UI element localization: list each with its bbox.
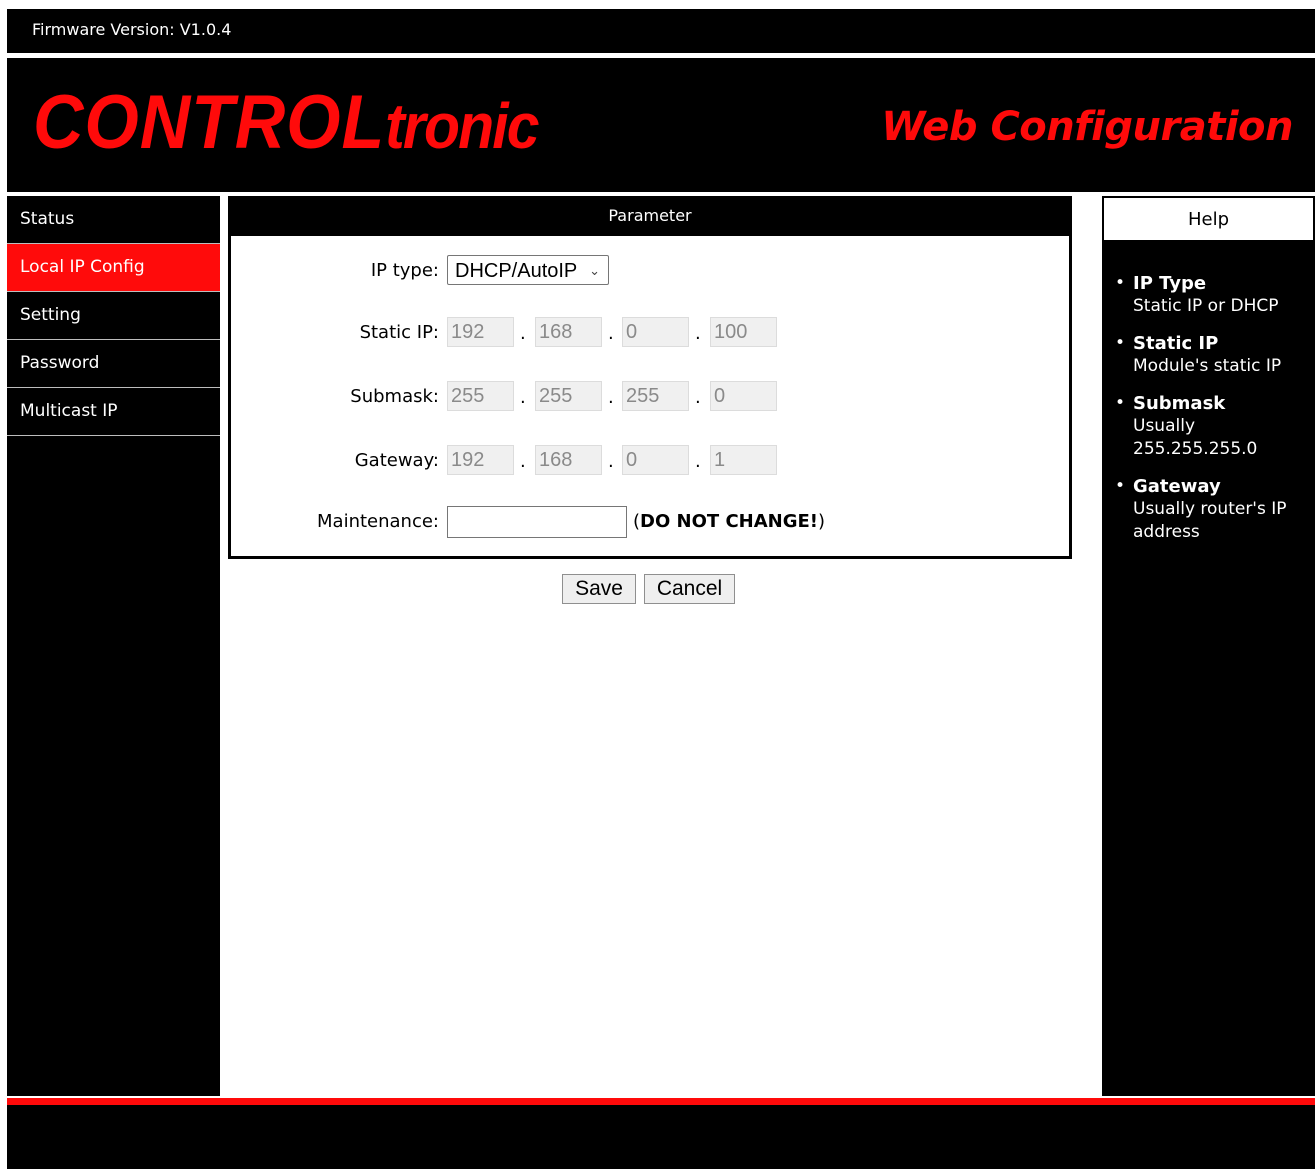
sidebar-item-status[interactable]: Status [7,196,220,244]
static-ip-octet-2[interactable]: 168 [535,317,602,347]
submask-label: Submask: [350,386,439,407]
gateway-octet-1[interactable]: 192 [447,445,514,475]
sidebar-item-local-ip-config[interactable]: Local IP Config [7,244,220,292]
footer-accent-line [7,1098,1315,1105]
submask-row: Submask: 255 . 255 . 255 . 0 [231,380,1069,414]
submask-octet-2[interactable]: 255 [535,381,602,411]
bullet-icon: • [1115,273,1126,293]
parameter-panel-title: Parameter [231,196,1069,236]
help-item-gateway: • Gateway Usually router's IP address [1115,475,1315,544]
bullet-icon: • [1115,393,1126,413]
help-item-title: IP Type [1133,273,1207,294]
ip-type-value: DHCP/AutoIP [455,260,578,282]
gateway-label: Gateway: [354,450,439,471]
octet-separator: . [695,323,701,344]
submask-octet-3[interactable]: 255 [622,381,689,411]
maintenance-warning: (DO NOT CHANGE!) [633,505,825,539]
static-ip-octet-3[interactable]: 0 [622,317,689,347]
page-title: Web Configuration [881,104,1293,150]
octet-separator: . [520,451,526,472]
help-item-submask: • Submask Usually 255.255.255.0 [1115,392,1315,461]
static-ip-label: Static IP: [359,322,439,343]
help-item-static-ip: • Static IP Module's static IP [1115,332,1315,378]
gateway-octet-3[interactable]: 0 [622,445,689,475]
gateway-row: Gateway: 192 . 168 . 0 . 1 [231,444,1069,478]
static-ip-octet-1[interactable]: 192 [447,317,514,347]
help-item-text: Usually router's IP address [1133,499,1287,542]
warning-close-paren: ) [818,511,826,532]
bullet-icon: • [1115,476,1126,496]
help-title: Help [1102,196,1315,242]
warning-text: DO NOT CHANGE! [640,511,819,532]
help-item-text: Usually 255.255.255.0 [1133,416,1258,459]
help-item-title: Gateway [1133,476,1221,497]
help-item-title: Submask [1133,393,1226,414]
submask-octet-1[interactable]: 255 [447,381,514,411]
octet-separator: . [695,387,701,408]
firmware-bar: Firmware Version: V1.0.4 [7,9,1315,53]
ip-type-select[interactable]: DHCP/AutoIP ⌄ [447,255,609,285]
octet-separator: . [608,387,614,408]
sidebar-item-password[interactable]: Password [7,340,220,388]
logo-part-control: CONTROL [33,80,386,165]
save-button[interactable]: Save [562,574,636,604]
help-item-text: Module's static IP [1133,356,1282,376]
octet-separator: . [695,451,701,472]
static-ip-octet-4[interactable]: 100 [710,317,777,347]
cancel-button[interactable]: Cancel [644,574,735,604]
gateway-octet-2[interactable]: 168 [535,445,602,475]
maintenance-row: Maintenance: (DO NOT CHANGE!) [231,505,1069,539]
warning-open-paren: ( [633,511,641,532]
logo-part-tronic: tronic [385,90,539,162]
chevron-down-icon: ⌄ [589,263,600,278]
help-panel: Help • IP Type Static IP or DHCP • Stati… [1102,196,1315,1096]
parameter-panel: Parameter IP type: DHCP/AutoIP ⌄ Static … [228,196,1072,559]
ip-type-label: IP type: [370,260,439,281]
firmware-version: Firmware Version: V1.0.4 [32,20,232,39]
sidebar-item-setting[interactable]: Setting [7,292,220,340]
ip-type-row: IP type: DHCP/AutoIP ⌄ [231,254,1069,288]
gateway-octet-4[interactable]: 1 [710,445,777,475]
sidebar-item-multicast-ip[interactable]: Multicast IP [7,388,220,436]
footer [7,1105,1315,1169]
octet-separator: . [520,387,526,408]
octet-separator: . [608,451,614,472]
controltronic-logo: CONTROLtronic [33,78,539,171]
bullet-icon: • [1115,333,1126,353]
octet-separator: . [520,323,526,344]
octet-separator: . [608,323,614,344]
sidebar-nav: Status Local IP Config Setting Password … [7,196,220,1096]
help-item-text: Static IP or DHCP [1133,296,1279,316]
maintenance-input[interactable] [447,506,627,538]
static-ip-row: Static IP: 192 . 168 . 0 . 100 [231,316,1069,350]
maintenance-label: Maintenance: [317,511,439,532]
help-item-ip-type: • IP Type Static IP or DHCP [1115,272,1315,318]
help-list: • IP Type Static IP or DHCP • Static IP … [1115,272,1315,558]
help-item-title: Static IP [1133,333,1219,354]
submask-octet-4[interactable]: 0 [710,381,777,411]
header: CONTROLtronic Web Configuration [7,58,1315,192]
